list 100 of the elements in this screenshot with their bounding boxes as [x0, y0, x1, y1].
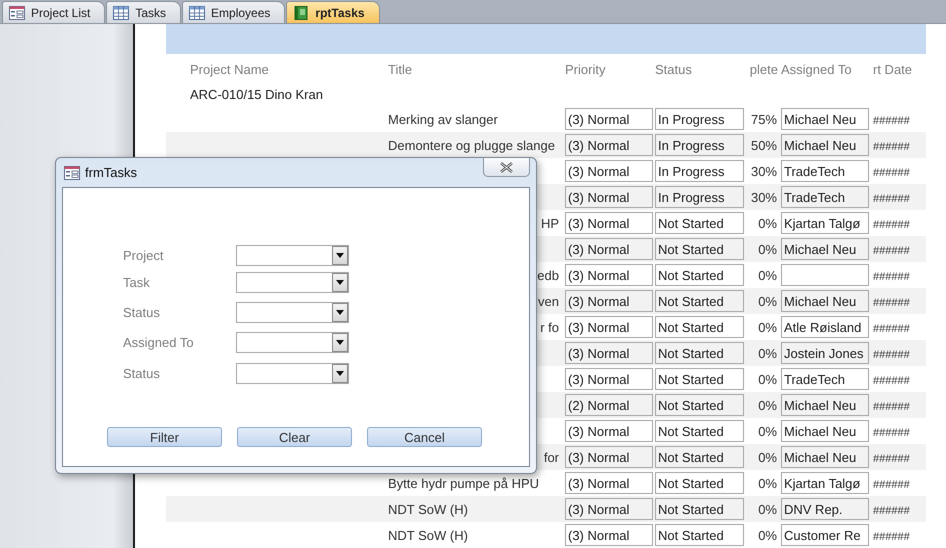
dropdown-button[interactable]	[332, 303, 348, 322]
table-cell: Michael Neu	[781, 134, 869, 156]
project-name: ARC-010/15 Dino Kran	[189, 87, 324, 102]
table-cell: TradeTech	[781, 368, 869, 390]
start-date: ######	[873, 426, 910, 438]
table-cell: Not Started	[655, 212, 744, 234]
table-cell: Not Started	[655, 316, 744, 338]
task-title: r fo	[539, 320, 560, 334]
task-title: edb	[536, 268, 560, 282]
caret-icon	[336, 253, 344, 258]
start-date: ######	[873, 374, 910, 386]
start-date: ######	[873, 140, 910, 152]
table-cell: (3) Normal	[565, 368, 653, 390]
dialog-button[interactable]: Filter	[107, 427, 222, 447]
start-date: ######	[873, 348, 910, 360]
field-label: Status	[123, 366, 161, 381]
column-header: rt Date	[872, 62, 914, 76]
table-cell: In Progress	[655, 186, 744, 208]
table-cell: (3) Normal	[565, 524, 653, 546]
table-cell: Michael Neu	[781, 446, 869, 468]
start-date: ######	[873, 244, 910, 256]
start-date: ######	[873, 322, 910, 334]
table-cell: TradeTech	[781, 160, 869, 182]
report-icon	[293, 6, 310, 20]
close-button[interactable]	[483, 158, 530, 177]
start-date: ######	[873, 114, 910, 126]
table-cell: Not Started	[655, 264, 744, 286]
start-date: ######	[873, 400, 910, 412]
percent-complete: 0%	[758, 476, 778, 490]
document-tab[interactable]: rptTasks	[286, 1, 380, 23]
table-cell: (2) Normal	[565, 394, 653, 416]
column-header: Status	[655, 62, 693, 76]
form-icon	[9, 6, 25, 20]
percent-complete: 0%	[758, 216, 778, 230]
dropdown-button[interactable]	[332, 364, 348, 383]
form-icon	[64, 166, 80, 180]
table-cell: Not Started	[655, 498, 744, 520]
table-cell: In Progress	[655, 160, 744, 182]
column-header: Assigned To	[780, 62, 853, 76]
percent-complete: 0%	[758, 268, 778, 282]
percent-complete: 0%	[758, 528, 778, 542]
table-cell: (3) Normal	[565, 342, 653, 364]
start-date: ######	[873, 296, 910, 308]
table-cell: Michael Neu	[781, 394, 869, 416]
start-date: ######	[873, 218, 910, 230]
column-header: Project Name	[189, 62, 270, 76]
table-cell: Not Started	[655, 394, 744, 416]
table-icon	[189, 6, 206, 20]
close-icon	[500, 162, 513, 172]
table-cell: TradeTech	[781, 186, 869, 208]
table-cell: Not Started	[655, 342, 744, 364]
table-cell: Kjartan Talgø	[781, 212, 869, 234]
start-date: ######	[873, 270, 910, 282]
percent-complete: 0%	[758, 424, 778, 438]
start-date: ######	[873, 504, 910, 516]
task-title: NDT SoW (H)	[388, 502, 468, 516]
column-header: plete	[748, 62, 778, 76]
window-title: frmTasks	[85, 165, 137, 180]
document-tab[interactable]: Project List	[2, 1, 106, 23]
table-cell: Not Started	[655, 238, 744, 260]
document-tab[interactable]: Employees	[182, 1, 286, 23]
start-date: ######	[873, 452, 910, 464]
table-cell: (3) Normal	[565, 212, 653, 234]
column-header: Title	[388, 62, 414, 76]
table-cell: Jostein Jones	[781, 342, 869, 364]
task-title: for	[542, 450, 560, 464]
dropdown-button[interactable]	[332, 246, 348, 265]
table-cell: (3) Normal	[565, 160, 653, 182]
task-title: ven	[537, 294, 560, 308]
caret-icon	[336, 340, 344, 345]
start-date: ######	[873, 192, 910, 204]
task-title: NDT SoW (H)	[388, 528, 468, 542]
percent-complete: 75%	[750, 112, 778, 126]
percent-complete: 0%	[758, 450, 778, 464]
dropdown-button[interactable]	[332, 273, 348, 292]
dialog-button[interactable]: Cancel	[367, 427, 482, 447]
table-cell: (3) Normal	[565, 420, 653, 442]
percent-complete: 0%	[758, 242, 778, 256]
dialog-button[interactable]: Clear	[237, 427, 352, 447]
field-label: Assigned To	[123, 335, 195, 350]
table-cell: Not Started	[655, 368, 744, 390]
table-cell: (3) Normal	[565, 316, 653, 338]
table-cell: (3) Normal	[565, 472, 653, 494]
column-header: Priority	[565, 62, 606, 76]
percent-complete: 50%	[750, 138, 778, 152]
table-cell: In Progress	[655, 108, 744, 130]
field-label: Status	[123, 305, 161, 320]
dropdown-button[interactable]	[332, 333, 348, 352]
field-label: Project	[123, 248, 164, 263]
percent-complete: 0%	[758, 346, 778, 360]
table-cell: Atle Røisland	[781, 316, 869, 338]
table-cell: Not Started	[655, 446, 744, 468]
percent-complete: 0%	[758, 398, 778, 412]
table-cell: Michael Neu	[781, 420, 869, 442]
caret-icon	[336, 280, 344, 285]
table-cell: (3) Normal	[565, 498, 653, 520]
table-cell: In Progress	[655, 134, 744, 156]
table-cell: (3) Normal	[565, 290, 653, 312]
percent-complete: 30%	[750, 164, 778, 178]
document-tab[interactable]: Tasks	[106, 1, 182, 23]
